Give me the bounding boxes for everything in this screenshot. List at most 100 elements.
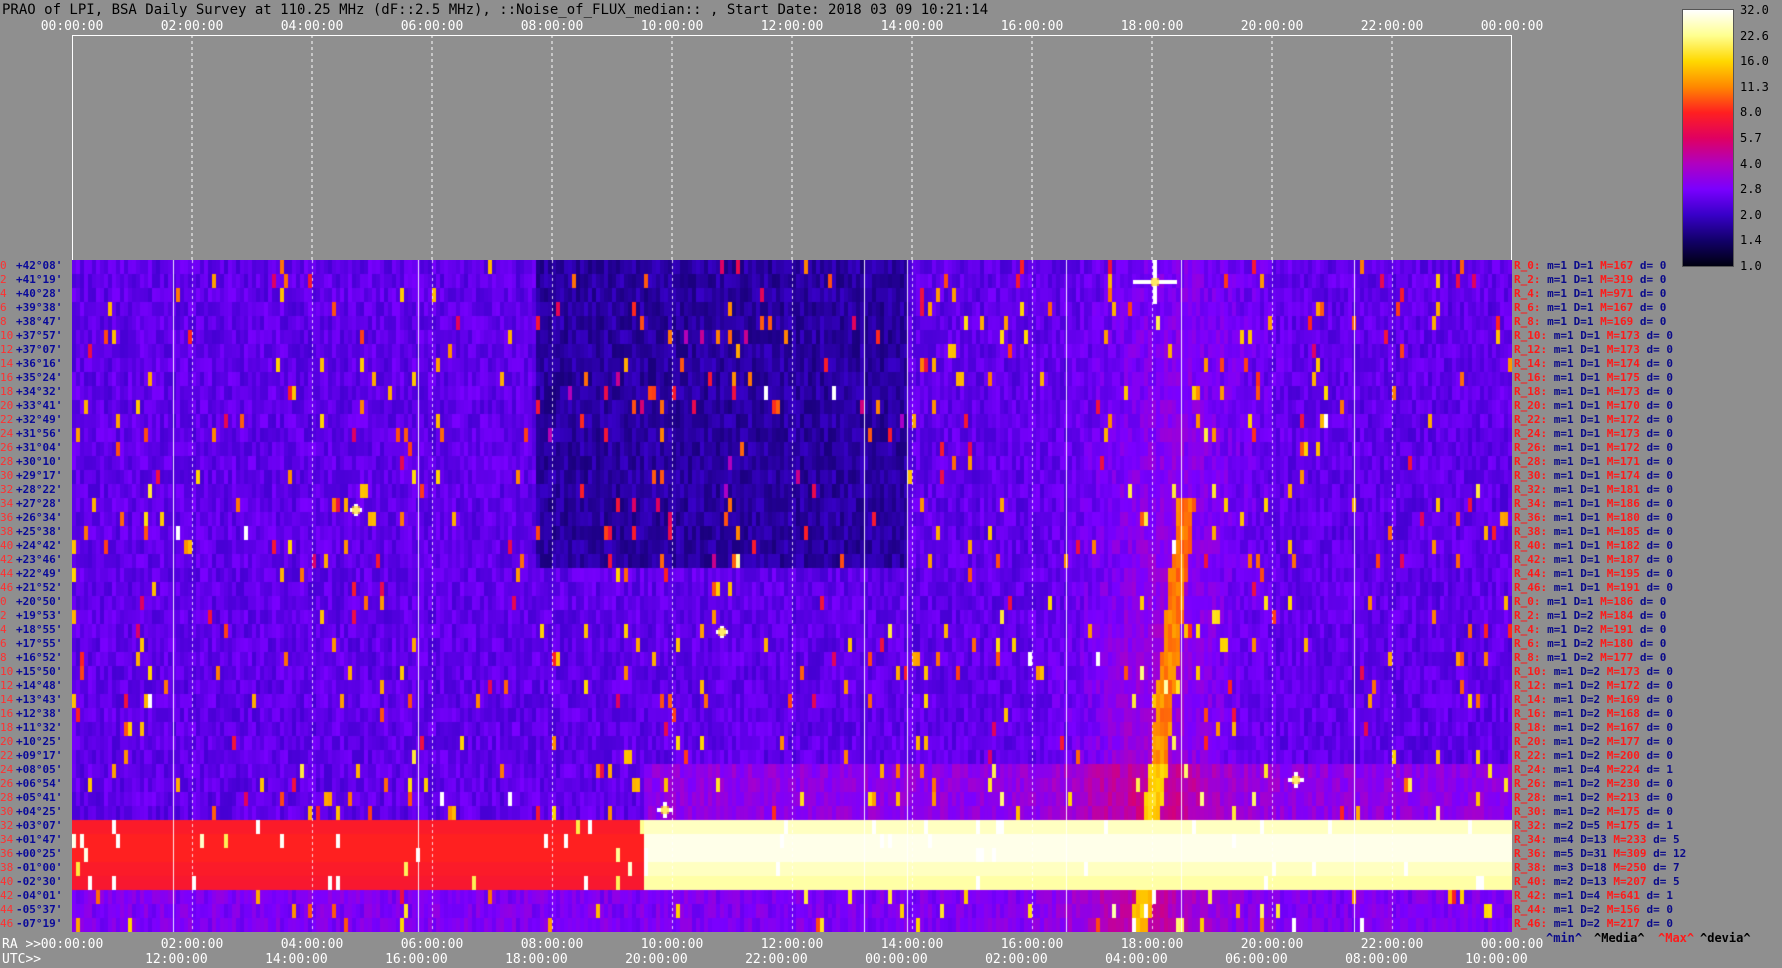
ra-tick-label: 16:00:00 (1000, 937, 1064, 952)
row-index: 34 (0, 833, 14, 846)
row-statistics: R_16: m=1 D=2 M=168 d= 0 (1514, 707, 1673, 721)
stat-max: M=233 (1606, 833, 1647, 846)
stat-dv: d= 0 (1639, 721, 1673, 734)
top-tick-label: 12:00:00 (760, 19, 824, 34)
declination-value: +03°07' (16, 819, 63, 832)
row-index: 14 (0, 693, 14, 706)
row-index: 22 (0, 749, 14, 762)
stat-d: D=1 (1567, 287, 1594, 300)
ra-tick-label: 08:00:00 (520, 937, 584, 952)
stat-max: M=173 (1600, 427, 1640, 440)
colorbar-tick-label: 32.0 (1740, 3, 1769, 17)
top-tick-label: 16:00:00 (1000, 19, 1064, 34)
stat-m: m=1 (1547, 343, 1574, 356)
declination-row: 36 +00°25' (0, 847, 72, 861)
declination-row: 46 -07°19' (0, 917, 72, 931)
declination-value: -02°30' (16, 875, 63, 888)
stat-m: m=1 (1547, 763, 1574, 776)
stat-dv: d= 1 (1639, 763, 1673, 776)
utc-tick-label: 14:00:00 (265, 952, 328, 967)
stat-dv: d= 12 (1646, 847, 1687, 860)
declination-row: 14 +36°16' (0, 357, 72, 371)
row-index: 30 (0, 805, 14, 818)
stat-dv: d= 0 (1639, 567, 1673, 580)
declination-value: +33°41' (16, 399, 63, 412)
declination-row: 12 +14°48' (0, 679, 72, 693)
declination-value: +17°55' (16, 637, 63, 650)
utc-tick-label: 18:00:00 (505, 952, 568, 967)
stat-d: D=2 (1573, 707, 1601, 720)
row-statistics: R_16: m=1 D=1 M=175 d= 0 (1514, 371, 1673, 385)
row-index: 18 (0, 721, 14, 734)
utc-tick-label: 10:00:00 (1465, 952, 1528, 967)
row-statistics: R_8: m=1 D=2 M=177 d= 0 (1514, 651, 1666, 665)
declination-value: +01°47' (16, 833, 63, 846)
row-index: 44 (0, 903, 14, 916)
declination-value: -07°19' (16, 917, 63, 930)
stat-r: R_12: (1514, 679, 1548, 692)
stat-dv: d= 0 (1639, 427, 1673, 440)
declination-value: +37°57' (16, 329, 63, 342)
stat-r: R_2: (1514, 609, 1541, 622)
stat-m: m=1 (1540, 273, 1567, 286)
declination-labels: 0 +42°08' 2 +41°19' 4 +40°28' 6 +39°38' 8 +38°47'… (0, 259, 72, 932)
stat-m: m=1 (1547, 483, 1574, 496)
colorbar-tick-label: 1.4 (1740, 233, 1762, 248)
row-index: 8 (0, 315, 7, 328)
declination-row: 22 +09°17' (0, 749, 72, 763)
legend-max: ^Max^ (1658, 931, 1695, 945)
stat-m: m=1 (1547, 469, 1574, 482)
row-statistics: R_26: m=1 D=1 M=172 d= 0 (1514, 441, 1673, 455)
stat-d: D=1 (1573, 525, 1601, 538)
stat-r: R_36: (1514, 847, 1548, 860)
declination-value: +31°56' (16, 427, 63, 440)
declination-row: 28 +05°41' (0, 791, 72, 805)
declination-value: +22°49' (16, 567, 63, 580)
stat-d: D=1 (1573, 385, 1601, 398)
stat-dv: d= 0 (1639, 455, 1673, 468)
row-index: 16 (0, 371, 14, 384)
stat-r: R_26: (1514, 777, 1548, 790)
declination-value: +39°38' (16, 301, 63, 314)
stat-m: m=1 (1547, 455, 1574, 468)
stat-max: M=200 (1600, 749, 1640, 762)
declination-value: +06°54' (16, 777, 63, 790)
colorbar-tick-label: 5.7 (1740, 131, 1762, 145)
declination-row: 38 -01°00' (0, 861, 72, 875)
declination-row: 28 +30°10' (0, 455, 72, 469)
stat-m: m=1 (1540, 595, 1567, 608)
stat-d: D=1 (1573, 455, 1601, 468)
declination-row: 22 +32°49' (0, 413, 72, 427)
stat-max: M=167 (1593, 259, 1634, 272)
stat-dv: d= 0 (1639, 329, 1673, 342)
declination-value: +40°28' (16, 287, 63, 300)
stat-d: D=1 (1567, 315, 1594, 328)
row-index: 28 (0, 791, 14, 804)
stat-m: m=1 (1540, 637, 1567, 650)
stat-max: M=641 (1600, 889, 1640, 902)
stat-d: D=18 (1573, 861, 1607, 874)
stat-d: D=1 (1573, 553, 1601, 566)
stat-r: R_24: (1514, 427, 1548, 440)
stat-max: M=172 (1600, 413, 1640, 426)
stat-m: m=1 (1540, 259, 1567, 272)
declination-value: +18°55' (16, 623, 63, 636)
stat-max: M=175 (1600, 805, 1640, 818)
stat-d: D=13 (1573, 833, 1607, 846)
row-index: 14 (0, 357, 14, 370)
declination-value: +13°43' (16, 693, 63, 706)
row-index: 36 (0, 511, 14, 524)
row-statistics: R_14: m=1 D=2 M=169 d= 0 (1514, 693, 1673, 707)
declination-row: 6 +39°38' (0, 301, 72, 315)
stat-d: D=2 (1573, 721, 1601, 734)
stat-max: M=167 (1600, 721, 1640, 734)
stat-d: D=2 (1573, 693, 1601, 706)
declination-row: 46 +21°52' (0, 581, 72, 595)
stat-max: M=191 (1600, 581, 1640, 594)
row-statistics: R_30: m=1 D=2 M=175 d= 0 (1514, 805, 1673, 819)
stat-dv: d= 0 (1639, 735, 1673, 748)
row-statistics: R_26: m=1 D=2 M=230 d= 0 (1514, 777, 1673, 791)
stat-max: M=172 (1600, 679, 1640, 692)
top-tick-label: 22:00:00 (1360, 19, 1424, 34)
declination-value: +28°22' (16, 483, 63, 496)
